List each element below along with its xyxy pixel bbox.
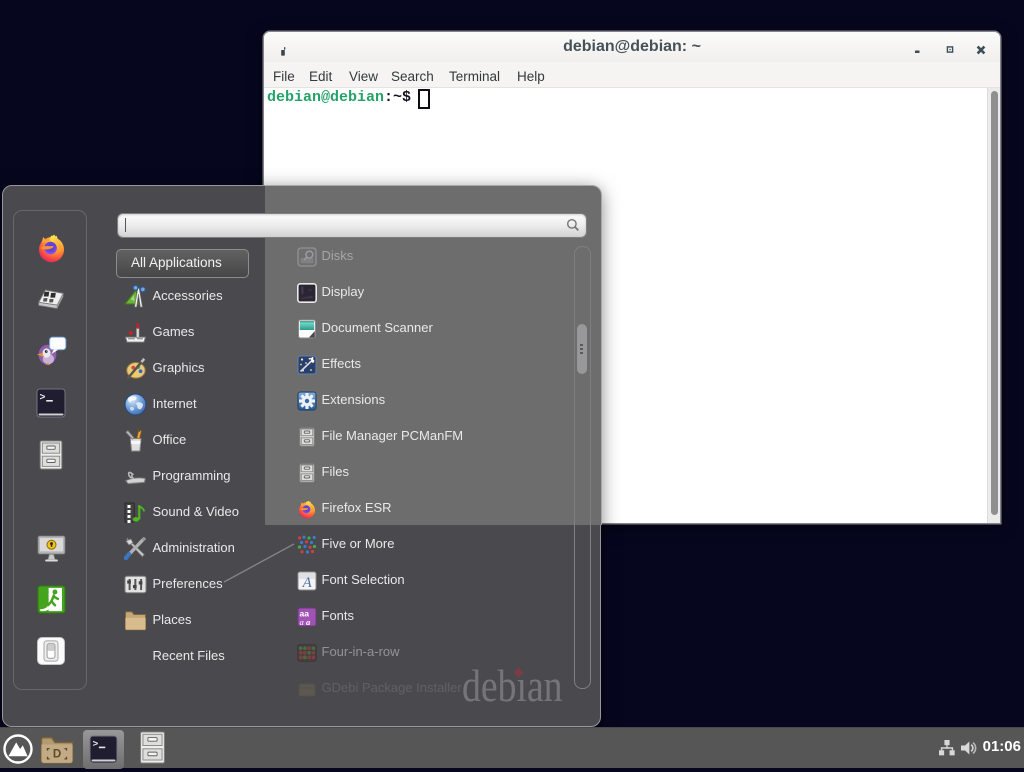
svg-text:>: >	[40, 392, 46, 403]
svg-text:D: D	[53, 748, 61, 760]
svg-text:a: a	[300, 617, 304, 627]
svg-text:A: A	[302, 575, 313, 591]
svg-text:>: >	[93, 739, 99, 750]
